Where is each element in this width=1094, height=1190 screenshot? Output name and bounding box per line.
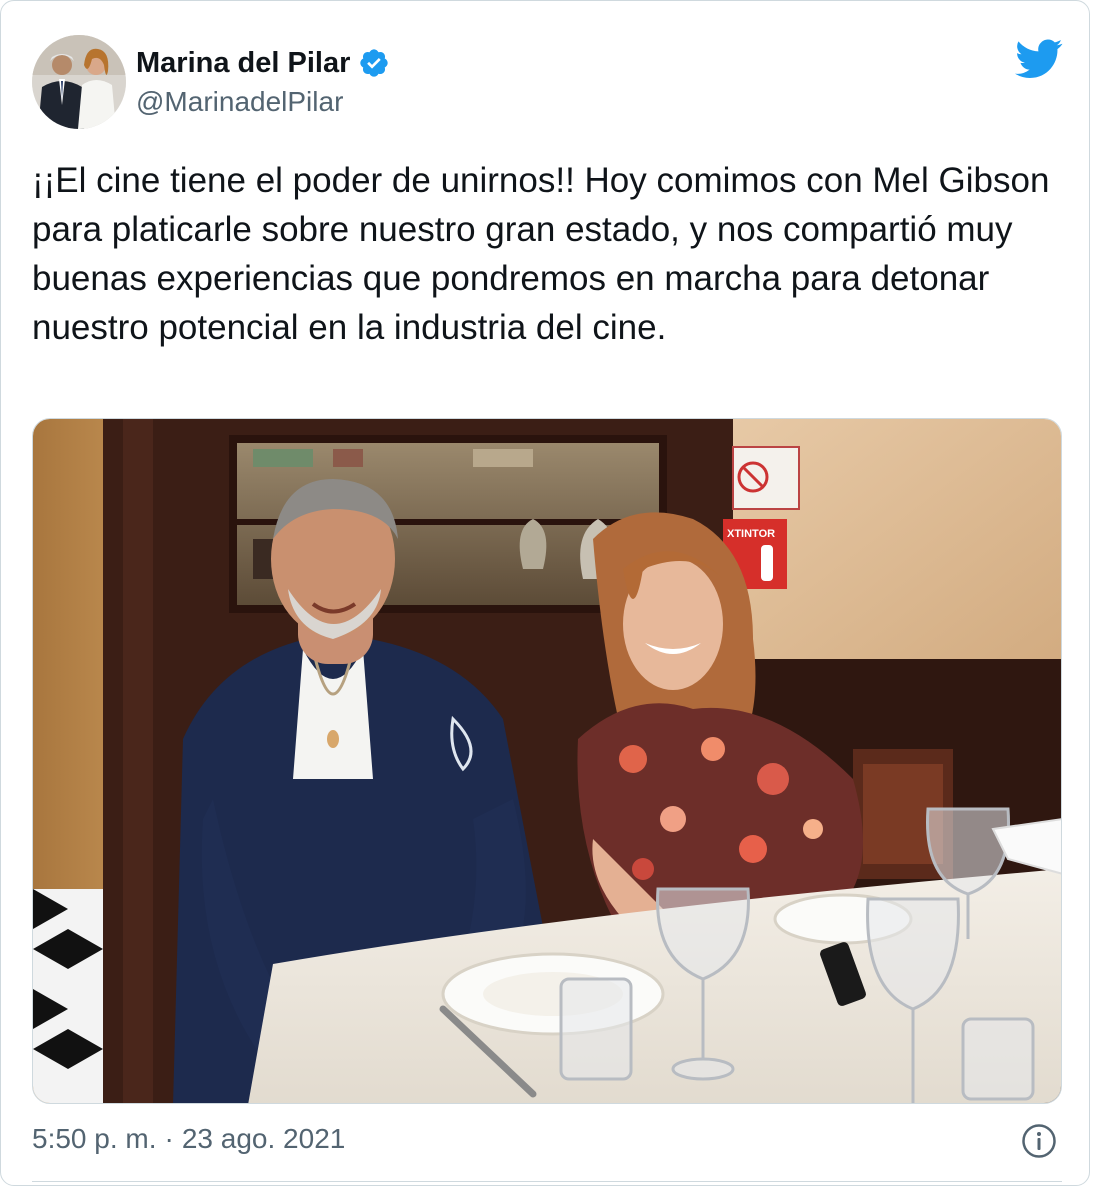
tweet-card: Marina del Pilar @MarinadelPilar ¡¡El ci… <box>0 0 1090 1186</box>
tweet-photo[interactable]: XTINTOR <box>32 418 1062 1104</box>
restaurant-photo: XTINTOR <box>33 419 1061 1103</box>
checkered-floor <box>33 889 103 1103</box>
tweet-text: ¡¡El cine tiene el poder de unirnos!! Ho… <box>32 161 1060 347</box>
tweet-date: 23 ago. 2021 <box>181 1123 346 1154</box>
tweet-time: 5:50 p. m. <box>32 1123 157 1154</box>
author-name-row[interactable]: Marina del Pilar <box>136 43 390 83</box>
twitter-bird-icon[interactable] <box>1015 39 1063 79</box>
display-name[interactable]: Marina del Pilar <box>136 47 350 80</box>
divider <box>32 1181 1062 1182</box>
timestamp-separator: · <box>164 1123 174 1154</box>
avatar[interactable] <box>32 35 126 129</box>
info-icon[interactable] <box>1021 1123 1057 1159</box>
profile-photo <box>32 35 126 129</box>
extinguisher-sign-text: XTINTOR <box>727 528 775 540</box>
verified-badge-icon <box>358 47 390 79</box>
tweet-timestamp[interactable]: 5:50 p. m. · 23 ago. 2021 <box>32 1123 345 1155</box>
handle[interactable]: @MarinadelPilar <box>136 86 343 118</box>
